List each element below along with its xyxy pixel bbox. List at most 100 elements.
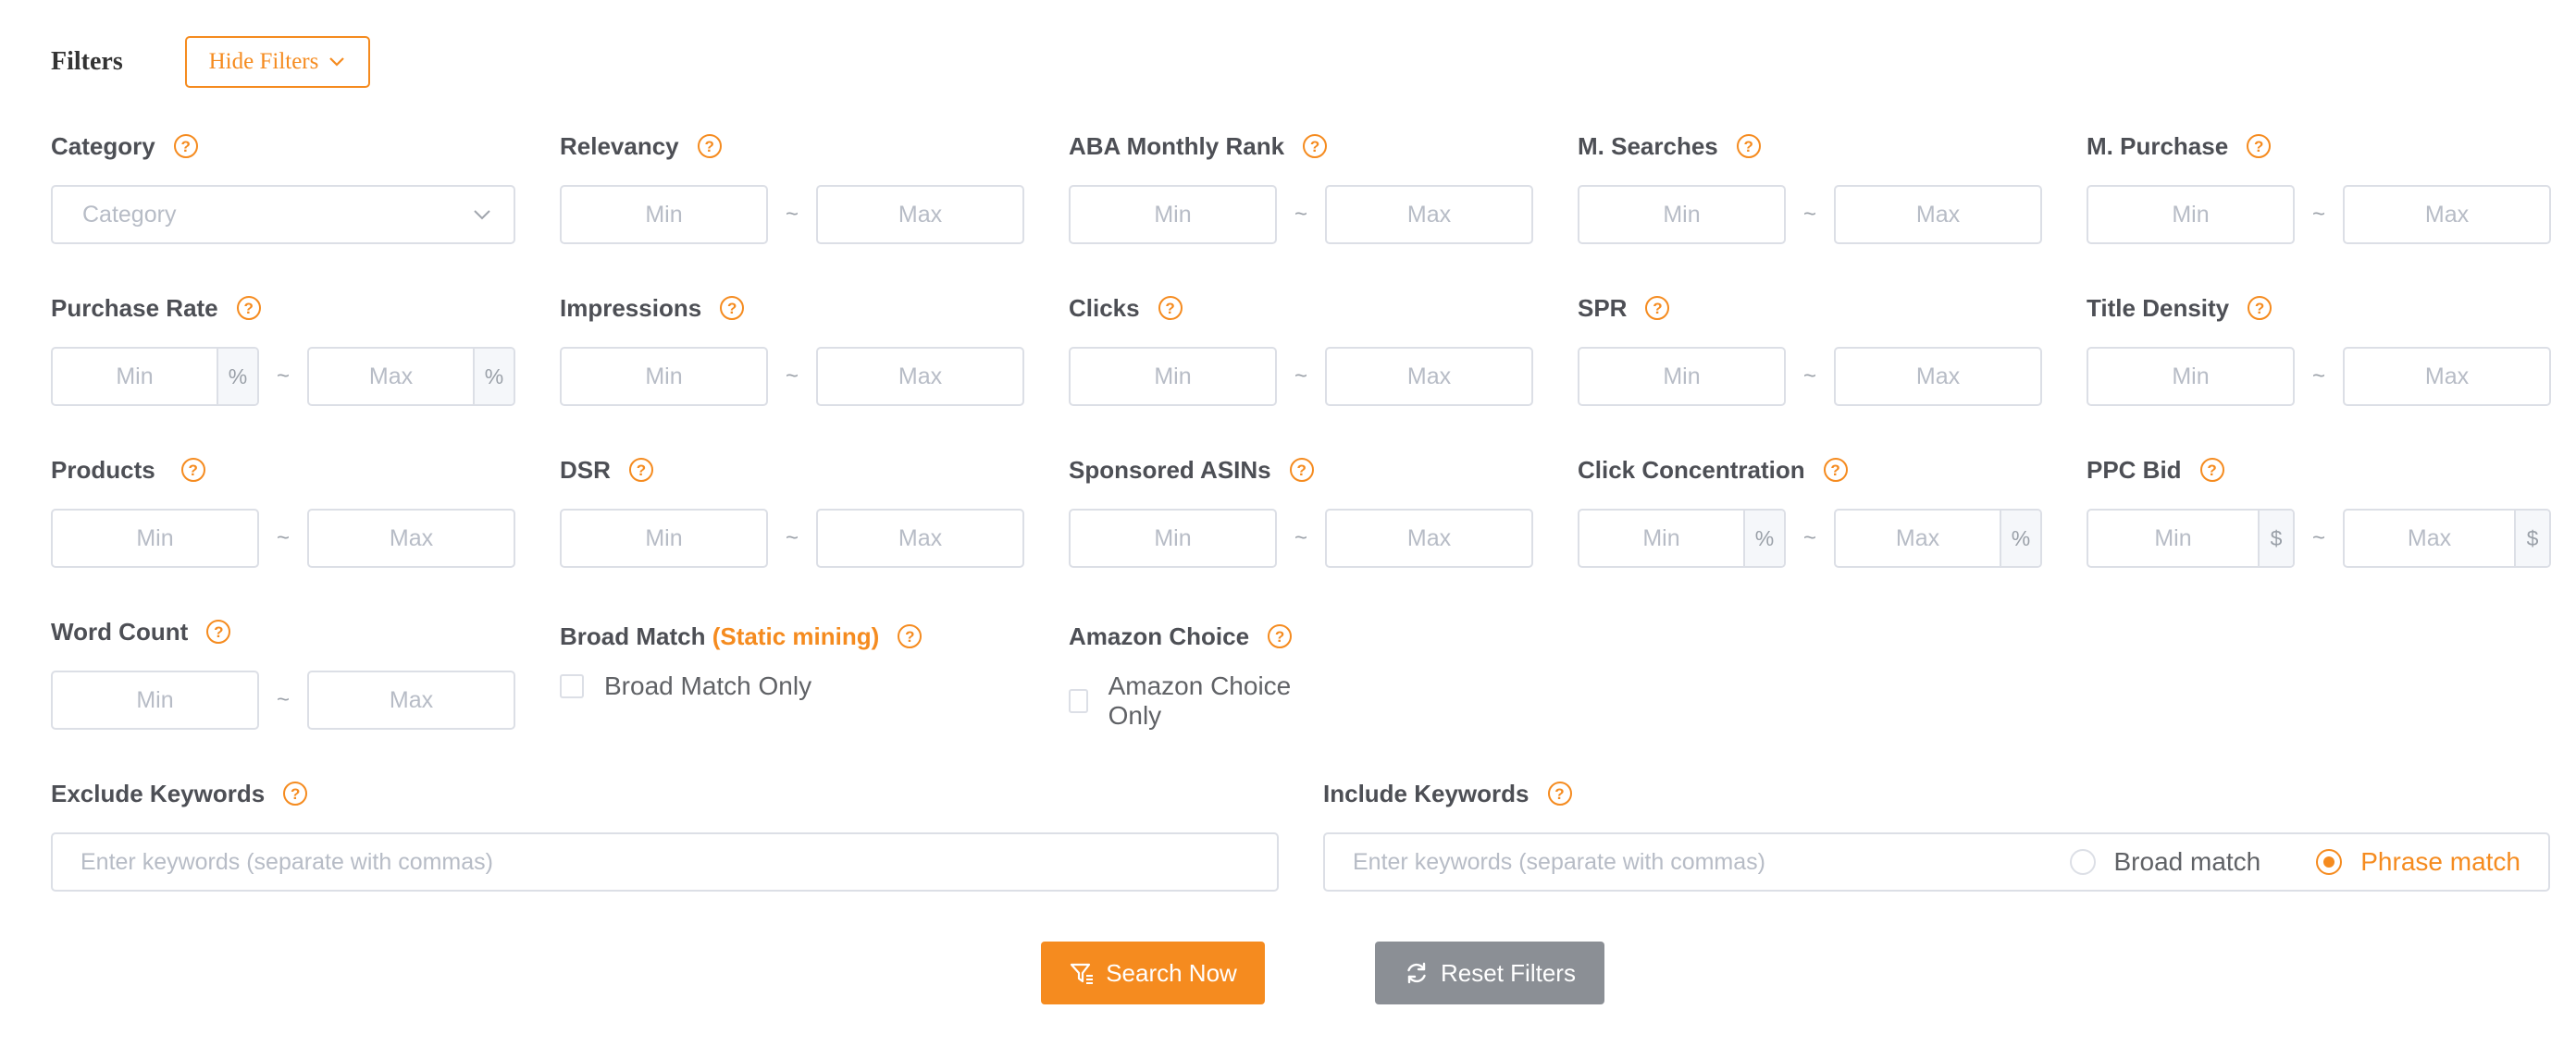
m-searches-min-input[interactable] <box>1579 187 1784 242</box>
help-icon[interactable]: ? <box>2248 296 2273 320</box>
filter-icon <box>1071 963 1094 984</box>
percent-suffix: % <box>1743 511 1784 566</box>
range-separator: ~ <box>276 687 290 712</box>
relevancy-label: Relevancy <box>560 131 679 160</box>
ppc-bid-min-input[interactable] <box>2088 511 2258 566</box>
m-searches-max-input[interactable] <box>1836 187 2040 242</box>
clicks-min-input[interactable] <box>1071 349 1275 404</box>
broad-match-radio[interactable]: Broad match <box>2069 847 2260 877</box>
ppc-bid-filter: PPC Bid? $ ~ $ <box>2087 453 2551 568</box>
click-concentration-max-input[interactable] <box>1836 511 2000 566</box>
broad-match-filter: Broad Match (Static mining) ? Broad Matc… <box>560 620 923 700</box>
impressions-max-input[interactable] <box>818 349 1022 404</box>
help-icon[interactable]: ? <box>628 458 653 482</box>
click-concentration-min-input[interactable] <box>1579 511 1743 566</box>
sponsored-asins-min-input[interactable] <box>1071 511 1275 566</box>
aba-monthly-rank-filter: ABA Monthly Rank? ~ <box>1069 129 1533 244</box>
spr-max-input[interactable] <box>1836 349 2040 404</box>
purchase-rate-min-input[interactable] <box>53 349 217 404</box>
phrase-match-radio[interactable]: Phrase match <box>2316 847 2520 877</box>
clicks-filter: Clicks? ~ <box>1069 291 1533 406</box>
range-separator: ~ <box>785 525 799 550</box>
search-now-button[interactable]: Search Now <box>1041 942 1265 1004</box>
dsr-min-input[interactable] <box>562 511 766 566</box>
broad-match-only-checkbox[interactable]: Broad Match Only <box>560 671 811 701</box>
sponsored-asins-max-input[interactable] <box>1327 511 1531 566</box>
m-purchase-max-input[interactable] <box>2345 187 2549 242</box>
help-icon[interactable]: ? <box>1303 134 1328 158</box>
hide-filters-button[interactable]: Hide Filters <box>185 36 370 88</box>
exclude-keywords-input[interactable] <box>80 848 1249 876</box>
include-keywords-input[interactable] <box>1353 848 2033 876</box>
title-density-label: Title Density <box>2087 293 2230 322</box>
category-select[interactable]: Category <box>51 185 515 244</box>
relevancy-filter: Relevancy? ~ <box>560 129 1024 244</box>
sponsored-asins-filter: Sponsored ASINs? ~ <box>1069 453 1533 568</box>
sponsored-asins-label: Sponsored ASINs <box>1069 455 1271 484</box>
aba-monthly-rank-min-input[interactable] <box>1071 187 1275 242</box>
help-icon[interactable]: ? <box>1289 458 1314 482</box>
help-icon[interactable]: ? <box>1645 296 1670 320</box>
help-icon[interactable]: ? <box>206 620 231 644</box>
help-icon[interactable]: ? <box>2199 458 2224 482</box>
help-icon[interactable]: ? <box>2247 134 2272 158</box>
m-searches-filter: M. Searches? ~ <box>1578 129 2042 244</box>
products-label: Products <box>51 455 155 484</box>
help-icon[interactable]: ? <box>1547 782 1572 806</box>
range-separator: ~ <box>2311 363 2325 388</box>
help-icon[interactable]: ? <box>1268 624 1293 648</box>
amazon-choice-only-label: Amazon Choice Only <box>1108 671 1292 730</box>
help-icon[interactable]: ? <box>898 624 923 648</box>
ppc-bid-max-input[interactable] <box>2345 511 2514 566</box>
m-searches-label: M. Searches <box>1578 131 1718 160</box>
m-purchase-min-input[interactable] <box>2088 187 2293 242</box>
checkbox-box[interactable] <box>1069 689 1088 713</box>
category-placeholder: Category <box>82 201 177 228</box>
help-icon[interactable]: ? <box>697 134 722 158</box>
products-min-input[interactable] <box>53 511 257 566</box>
spr-min-input[interactable] <box>1579 349 1784 404</box>
range-separator: ~ <box>785 363 799 388</box>
radio-button-selected[interactable] <box>2316 849 2343 875</box>
radio-button[interactable] <box>2069 849 2096 875</box>
impressions-min-input[interactable] <box>562 349 766 404</box>
refresh-icon <box>1407 962 1426 984</box>
range-separator: ~ <box>1802 202 1816 227</box>
dollar-suffix: $ <box>2258 511 2293 566</box>
clicks-label: Clicks <box>1069 293 1140 322</box>
range-separator: ~ <box>1802 363 1816 388</box>
amazon-choice-only-checkbox[interactable]: Amazon Choice Only <box>1069 671 1292 731</box>
help-icon[interactable]: ? <box>1823 458 1848 482</box>
checkbox-box[interactable] <box>560 674 584 698</box>
title-density-max-input[interactable] <box>2345 349 2549 404</box>
clicks-max-input[interactable] <box>1327 349 1531 404</box>
word-count-min-input[interactable] <box>53 672 257 728</box>
percent-suffix: % <box>473 349 514 404</box>
help-icon[interactable]: ? <box>180 458 205 482</box>
relevancy-min-input[interactable] <box>562 187 766 242</box>
relevancy-max-input[interactable] <box>818 187 1022 242</box>
reset-filters-button[interactable]: Reset Filters <box>1375 942 1604 1004</box>
range-separator: ~ <box>785 202 799 227</box>
products-filter: Products? ~ <box>51 453 515 568</box>
chevron-down-icon <box>329 57 345 67</box>
word-count-filter: Word Count? ~ <box>51 615 515 730</box>
category-label: Category <box>51 131 155 160</box>
help-icon[interactable]: ? <box>173 134 198 158</box>
help-icon[interactable]: ? <box>1158 296 1183 320</box>
products-max-input[interactable] <box>309 511 514 566</box>
impressions-filter: Impressions? ~ <box>560 291 1024 406</box>
broad-match-only-label: Broad Match Only <box>604 671 812 700</box>
dsr-filter: DSR? ~ <box>560 453 1024 568</box>
range-separator: ~ <box>1294 525 1307 550</box>
help-icon[interactable]: ? <box>236 296 261 320</box>
help-icon[interactable]: ? <box>720 296 745 320</box>
help-icon[interactable]: ? <box>1736 134 1761 158</box>
dsr-max-input[interactable] <box>818 511 1022 566</box>
purchase-rate-max-input[interactable] <box>309 349 473 404</box>
impressions-label: Impressions <box>560 293 702 322</box>
aba-monthly-rank-max-input[interactable] <box>1327 187 1531 242</box>
word-count-max-input[interactable] <box>309 672 514 728</box>
help-icon[interactable]: ? <box>283 782 308 806</box>
title-density-min-input[interactable] <box>2088 349 2293 404</box>
